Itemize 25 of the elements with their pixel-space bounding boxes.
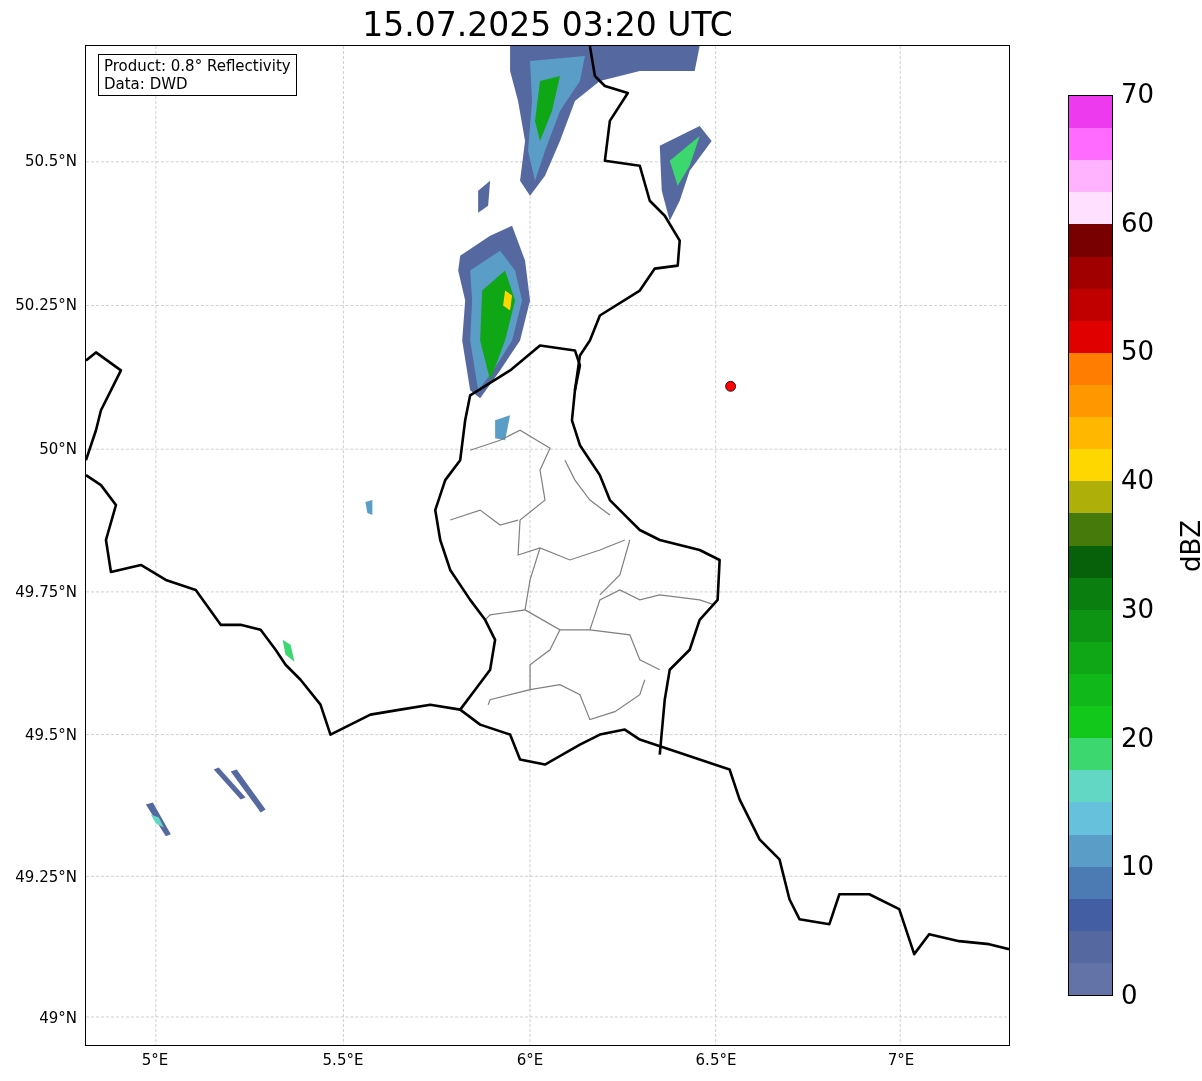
latitude-label: 50°N	[39, 440, 77, 458]
info-text: Product: 0.8° Reflectivity	[104, 57, 291, 75]
longitude-label: 7°E	[886, 1051, 916, 1069]
info-text: Data: DWD	[104, 75, 189, 93]
longitude-label: 6.5°E	[694, 1051, 738, 1069]
location-marker	[725, 380, 736, 392]
chart-title: 15.07.2025 03:20 UTC	[362, 5, 733, 45]
colorbar-tick-label: 20	[1121, 722, 1155, 753]
latitude-label: 50.25°N	[15, 296, 77, 314]
colorbar-tick-label: 0	[1121, 980, 1138, 1010]
latitude-label: 49.25°N	[15, 868, 77, 886]
latitude-label: 50.5°N	[24, 152, 77, 170]
colorbar-tick-label: 40	[1121, 465, 1155, 496]
latitude-label: 49°N	[39, 1009, 77, 1027]
longitude-label: 5.5°E	[321, 1051, 365, 1069]
latitude-label: 49.75°N	[15, 583, 77, 601]
colorbar-tick-label: 70	[1121, 79, 1155, 109]
colorbar-tick-label: 30	[1121, 593, 1155, 624]
latitude-label: 49.5°N	[24, 726, 77, 744]
colorbar-axis-label: dBZ	[1176, 519, 1202, 572]
longitude-label: 6°E	[515, 1051, 545, 1069]
longitude-label: 5°E	[140, 1051, 170, 1069]
colorbar-tick-label: 10	[1121, 851, 1155, 882]
colorbar-tick-label: 60	[1121, 207, 1155, 238]
colorbar-tick-label: 50	[1121, 336, 1155, 367]
